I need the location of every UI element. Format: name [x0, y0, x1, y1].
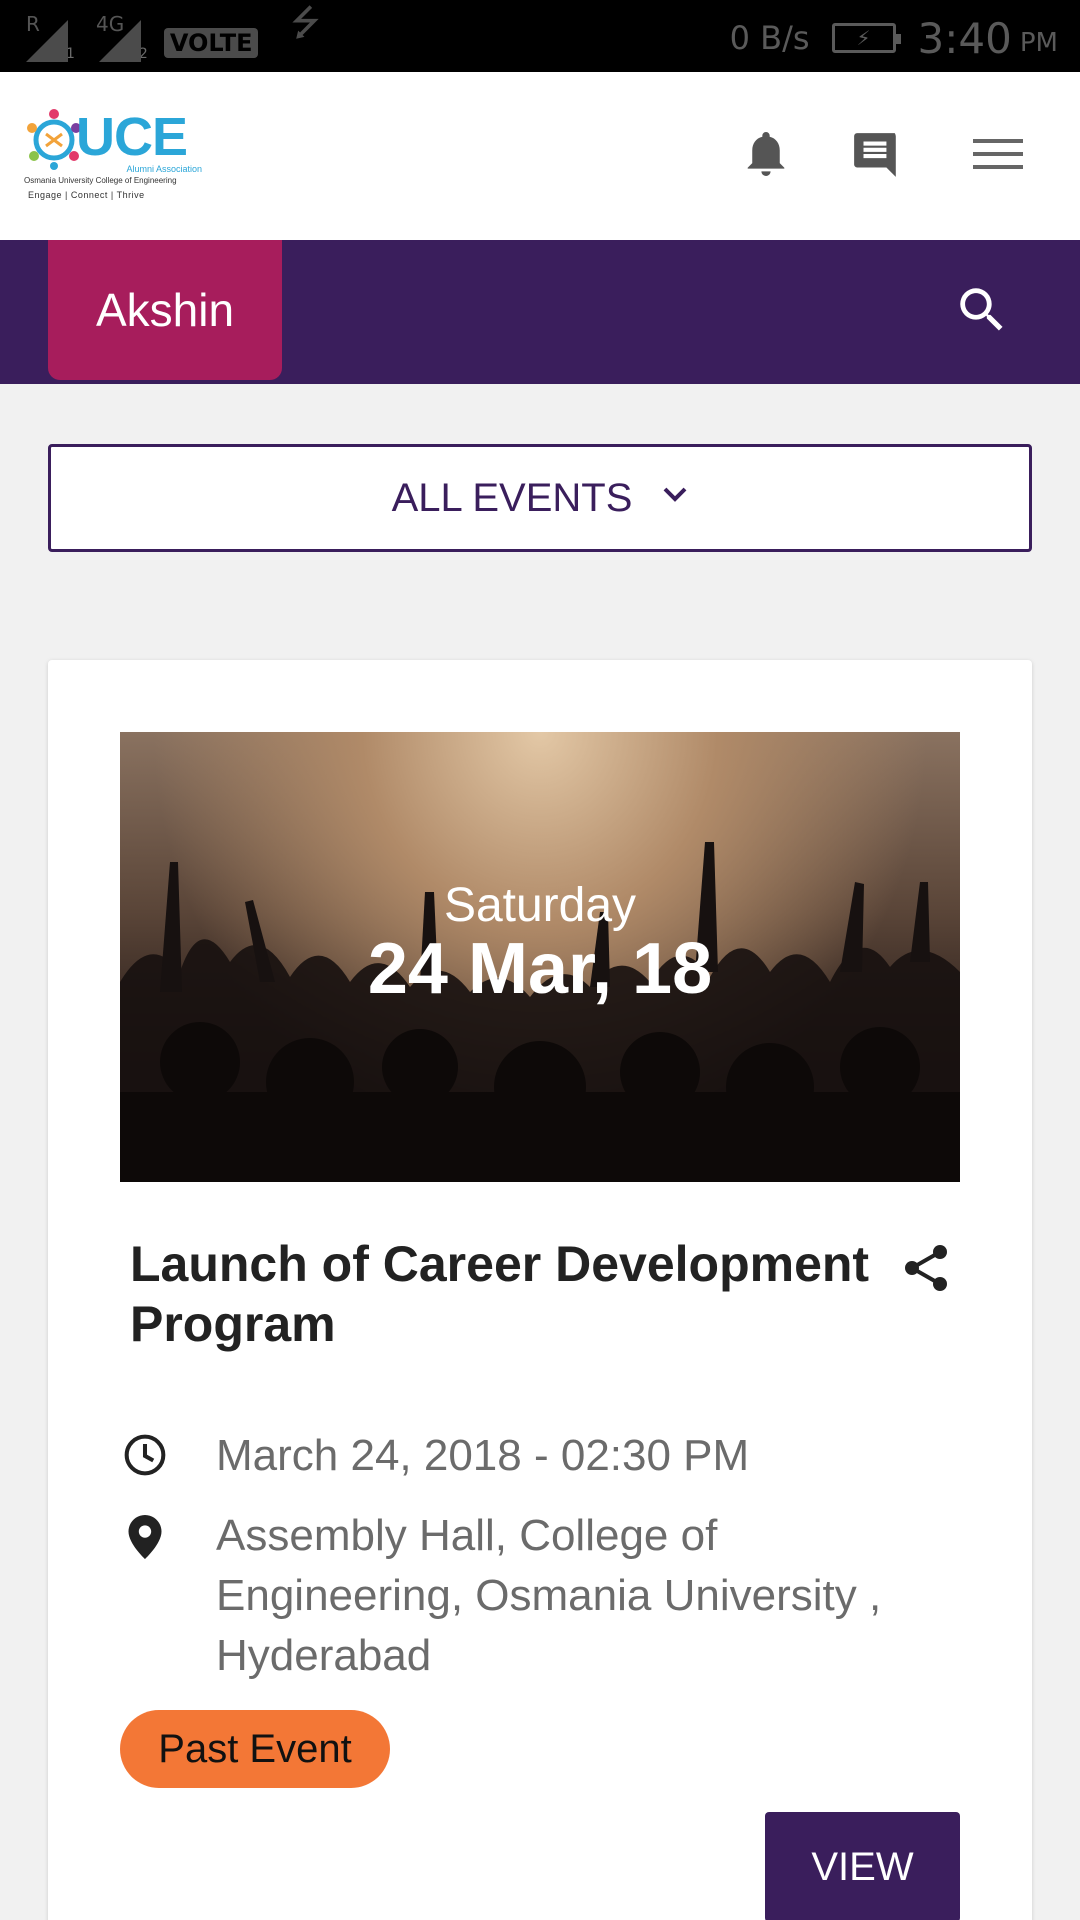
event-datetime: March 24, 2018 - 02:30 PM [216, 1431, 750, 1480]
event-banner-image[interactable]: Saturday 24 Mar, 18 [120, 732, 960, 1182]
location-pin-icon [120, 1512, 170, 1562]
event-location: Assembly Hall, College of Engineering, O… [216, 1511, 882, 1680]
usb-icon: ⭍ [290, 3, 321, 44]
chevron-down-icon [664, 487, 687, 502]
logo-org: Osmania University College of Engineerin… [24, 176, 177, 185]
logo-tagline: Engage | Connect | Thrive [28, 190, 145, 200]
signal-icon [26, 20, 68, 62]
status-right: 0 B/s ⚡ 3:40 PM [729, 13, 1058, 63]
user-tab[interactable]: Akshin [48, 240, 282, 380]
data-speed: 0 B/s [729, 19, 810, 57]
signal-icon [98, 20, 141, 62]
events-filter-dropdown[interactable]: ALL EVENTS [48, 444, 1032, 552]
view-button[interactable]: VIEW [765, 1812, 960, 1920]
clock-icon [120, 1430, 170, 1480]
event-card: Saturday 24 Mar, 18 Launch of Career Dev… [48, 660, 1032, 1920]
search-icon[interactable] [942, 270, 1022, 350]
filter-selected-label: ALL EVENTS [391, 475, 633, 520]
share-icon[interactable] [896, 1238, 956, 1298]
clock-time: 3:40 [917, 13, 1012, 63]
battery-charging-icon: ⚡ [831, 23, 901, 53]
logo-name: UCE [76, 107, 188, 167]
volte-badge: VOLTE [163, 28, 259, 58]
nav-bar: Akshin [0, 240, 1080, 384]
event-date: 24 Mar, 18 [367, 929, 713, 1009]
uce-logo[interactable]: UCE Alumni Association Osmania Universit… [22, 106, 204, 206]
clock-ampm: PM [1019, 28, 1058, 58]
event-day: Saturday [443, 879, 637, 932]
status-bar: R 1 4G 2 VOLTE ⭍ 0 B/s ⚡ 3:40 PM [0, 0, 1080, 72]
app-header: UCE Alumni Association Osmania Universit… [0, 72, 1080, 240]
menu-icon[interactable] [968, 124, 1028, 184]
status-badge: Past Event [120, 1710, 390, 1788]
status-left: R 1 4G 2 VOLTE ⭍ [26, 3, 320, 62]
logo-mark-icon [27, 109, 81, 170]
chat-icon[interactable] [846, 124, 906, 184]
logo-subtitle: Alumni Association [126, 164, 202, 174]
event-title[interactable]: Launch of Career Development Program [130, 1234, 890, 1354]
bell-icon[interactable] [736, 124, 796, 184]
